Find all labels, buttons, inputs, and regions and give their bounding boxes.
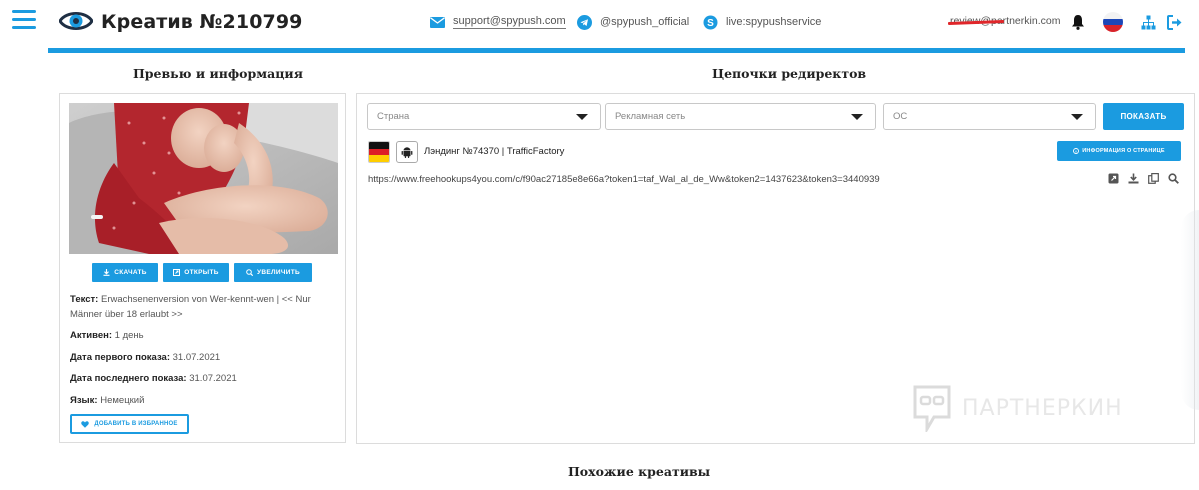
os-select-placeholder: ОС [893,111,908,122]
support-email-link[interactable]: support@spypush.com [429,14,566,30]
android-icon [396,141,418,163]
chevron-down-icon [851,114,863,120]
eye-logo-icon[interactable] [59,8,93,34]
landing-url[interactable]: https://www.freehookups4you.com/c/f90ac2… [368,174,880,185]
scroll-shadow [1181,210,1199,410]
download-icon [103,269,110,276]
logout-icon[interactable] [1165,12,1185,32]
download-icon[interactable] [1127,172,1140,185]
first-shown-label: Дата первого показа: [70,352,170,363]
creative-text-info: Текст: Erwachsenenversion von Wer-kennt-… [70,293,338,322]
show-button[interactable]: ПОКАЗАТЬ [1103,103,1184,130]
os-select[interactable]: ОС [883,103,1096,130]
country-select-placeholder: Страна [377,111,410,122]
first-shown-info: Дата первого показа: 31.07.2021 [70,351,338,366]
language-value: Немецкий [100,395,145,406]
similar-section-title: Похожие креативы [568,464,711,479]
skype-handle: live:spypushservice [726,16,822,28]
search-icon[interactable] [1167,172,1180,185]
active-value: 1 день [114,330,144,341]
open-label: открыть [184,269,219,276]
url-toolbar [1107,172,1180,185]
heart-icon [81,420,90,428]
language-info: Язык: Немецкий [70,394,338,409]
header-divider [48,48,1185,53]
telegram-handle: @spypush_official [600,16,690,28]
last-shown-info: Дата последнего показа: 31.07.2021 [70,372,338,387]
download-button[interactable]: скачать [92,263,158,282]
add-to-favorites-label: добавить в избранное [94,421,178,427]
skype-link[interactable]: S live:spypushservice [702,14,821,30]
envelope-icon [429,14,445,30]
add-to-favorites-button[interactable]: добавить в избранное [70,414,189,434]
first-shown-value: 31.07.2021 [172,352,221,363]
preview-actions: скачать открыть увеличить [92,263,312,282]
top-header: Креатив №210799 support@spypush.com @spy… [0,0,1199,46]
open-button[interactable]: открыть [163,263,229,282]
search-plus-icon [246,269,254,276]
country-select[interactable]: Страна [367,103,601,130]
preview-section-title: Превью и информация [133,66,303,81]
external-link-icon [173,269,181,276]
last-shown-value: 31.07.2021 [189,373,237,384]
enlarge-button[interactable]: увеличить [234,263,312,282]
active-info: Активен: 1 день [70,329,338,344]
redirects-section-title: Цепочки редиректов [712,66,867,81]
svg-text:S: S [707,18,714,29]
last-shown-label: Дата последнего показа: [70,373,187,384]
landing-title[interactable]: Лэндинг №74370 | TrafficFactory [424,146,564,157]
russia-flag-icon[interactable] [1102,11,1124,33]
preview-card: скачать открыть увеличить Текст: Erwachs… [59,93,346,443]
sitemap-icon[interactable] [1138,12,1158,32]
chevron-down-icon [576,114,588,120]
text-label: Текст: [70,294,99,305]
skype-icon: S [702,14,718,30]
watermark-text: ПАРТНЕРКИН [962,395,1123,421]
page-title: Креатив №210799 [101,11,303,33]
page-info-label: ИНФОРМАЦИЯ О СТРАНИЦЕ [1082,148,1165,154]
language-label: Язык: [70,395,98,406]
telegram-icon [576,14,592,30]
text-value: Erwachsenenversion von Wer-kennt-wen | <… [70,294,311,320]
bell-icon[interactable] [1068,12,1088,32]
creative-preview-image[interactable] [69,103,338,254]
active-label: Активен: [70,330,113,341]
user-email[interactable]: review@partnerkin.com [947,15,1060,27]
ad-network-select-placeholder: Рекламная сеть [615,111,686,122]
enlarge-label: увеличить [257,269,300,276]
telegram-link[interactable]: @spypush_official [576,14,689,30]
redirects-card: Страна Рекламная сеть ОС ПОКАЗАТЬ Лэндин… [356,93,1195,444]
support-email-text: support@spypush.com [453,15,566,29]
partnerkin-watermark: ПАРТНЕРКИН [912,384,1123,432]
copy-icon[interactable] [1147,172,1160,185]
ad-network-select[interactable]: Рекламная сеть [605,103,876,130]
germany-flag-icon [368,141,390,163]
menu-icon[interactable] [12,10,36,30]
download-label: скачать [114,269,147,276]
open-external-icon[interactable] [1107,172,1120,185]
page-info-button[interactable]: ИНФОРМАЦИЯ О СТРАНИЦЕ [1057,141,1181,161]
info-icon [1073,148,1080,154]
partnerkin-logo-icon [913,385,951,432]
chevron-down-icon [1071,114,1083,120]
